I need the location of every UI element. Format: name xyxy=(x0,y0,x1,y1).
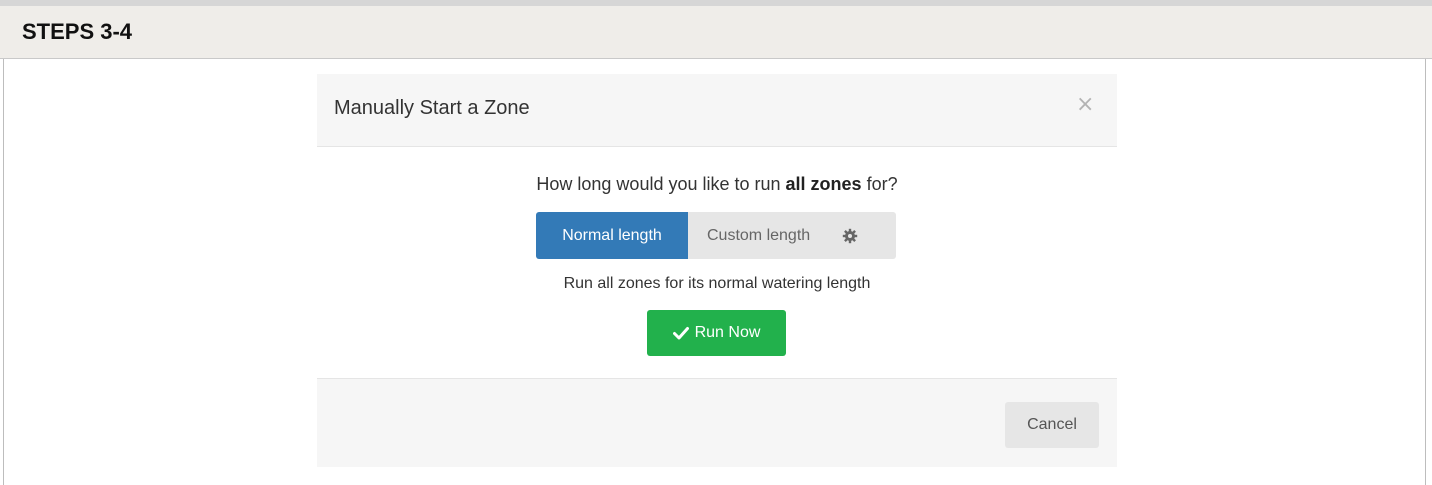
custom-length-label: Custom length xyxy=(707,226,811,244)
modal-title: Manually Start a Zone xyxy=(334,97,530,119)
section-title: STEPS 3-4 xyxy=(22,19,133,44)
length-toggle-group: Normal length Custom length xyxy=(536,212,896,259)
modal-footer: Cancel xyxy=(317,378,1117,467)
manual-start-modal: Manually Start a Zone × How long would y… xyxy=(317,74,1117,467)
help-text: Run all zones for its normal watering le… xyxy=(563,275,871,292)
question-prefix: How long would you like to run xyxy=(536,174,786,194)
normal-length-button[interactable]: Normal length xyxy=(536,212,688,259)
custom-length-button[interactable]: Custom length xyxy=(688,212,896,259)
cancel-button[interactable]: Cancel xyxy=(1005,402,1099,448)
run-now-label: Run Now xyxy=(694,324,761,341)
right-border xyxy=(1425,59,1426,485)
check-icon xyxy=(672,326,689,340)
page: STEPS 3-4 Manually Start a Zone × How lo… xyxy=(0,0,1432,485)
section-header: STEPS 3-4 xyxy=(0,6,1432,59)
question-bold: all zones xyxy=(785,174,862,194)
question-suffix: for? xyxy=(861,174,898,194)
modal-header: Manually Start a Zone × xyxy=(317,74,1117,147)
duration-question: How long would you like to run all zones… xyxy=(317,174,1117,195)
gear-icon[interactable] xyxy=(842,228,858,244)
run-now-button[interactable]: Run Now xyxy=(647,310,786,356)
left-border xyxy=(3,59,4,485)
close-icon[interactable]: × xyxy=(1076,92,1094,117)
